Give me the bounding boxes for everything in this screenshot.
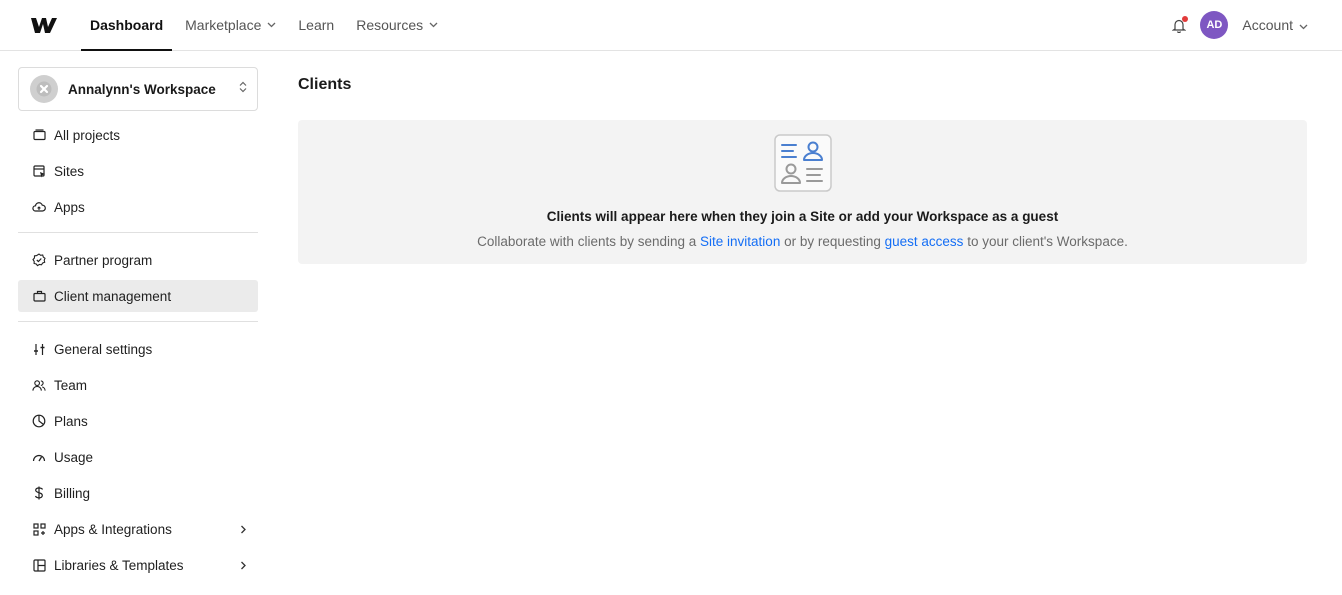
page-title: Clients	[298, 76, 352, 93]
sidebar-item-label: General settings	[54, 341, 153, 357]
workspace-switcher[interactable]: Annalynn's Workspace	[18, 67, 258, 111]
account-menu[interactable]: Account	[1242, 17, 1308, 33]
nav-dashboard[interactable]: Dashboard	[81, 0, 173, 51]
empty-state-text-1: Collaborate with clients by sending a	[477, 234, 701, 249]
nav-learn[interactable]: Learn	[289, 0, 343, 50]
sidebar-item-billing[interactable]: Billing	[18, 477, 258, 509]
sites-icon	[32, 164, 46, 178]
integrations-icon	[32, 522, 46, 536]
chevron-right-icon	[240, 558, 246, 573]
workspace-avatar-icon	[30, 75, 58, 103]
team-icon	[32, 378, 46, 392]
library-icon	[32, 558, 46, 572]
sidebar-item-label: Billing	[54, 485, 91, 501]
sidebar-item-sites[interactable]: Sites	[18, 155, 258, 187]
sidebar-item-team[interactable]: Team	[18, 369, 258, 401]
user-avatar[interactable]: AD	[1200, 11, 1229, 39]
sidebar-item-partner-program[interactable]: Partner program	[18, 244, 258, 276]
guest-access-link[interactable]: guest access	[885, 234, 964, 249]
sidebar-item-label: Client management	[54, 288, 172, 304]
nav-marketplace-label: Marketplace	[185, 17, 262, 33]
sidebar-item-label: Partner program	[54, 252, 153, 268]
sidebar-item-label: Plans	[54, 413, 88, 429]
cloud-icon	[32, 200, 46, 214]
notifications-bell-icon[interactable]	[1168, 14, 1190, 36]
sidebar-group-settings: General settings Team Plans Usage Billin…	[18, 333, 258, 581]
sidebar-item-label: Apps & Integrations	[54, 521, 172, 537]
sidebar-item-apps[interactable]: Apps	[18, 191, 258, 223]
sidebar-item-label: All projects	[54, 127, 121, 143]
dollar-icon	[32, 486, 46, 500]
sliders-icon	[32, 342, 46, 356]
nav-marketplace[interactable]: Marketplace	[176, 0, 285, 50]
client-list-illustration-icon	[773, 134, 832, 197]
chevron-right-icon	[240, 522, 246, 537]
webflow-logo-icon[interactable]	[0, 0, 81, 50]
sidebar-item-libraries-templates[interactable]: Libraries & Templates	[18, 549, 258, 581]
briefcase-icon	[32, 289, 46, 303]
empty-state-description: Collaborate with clients by sending a Si…	[477, 234, 1128, 249]
sidebar-item-usage[interactable]: Usage	[18, 441, 258, 473]
empty-state-text-3: to your client's Workspace.	[963, 234, 1128, 249]
nav-resources[interactable]: Resources	[347, 0, 447, 50]
folder-icon	[32, 128, 46, 142]
account-label: Account	[1242, 17, 1293, 33]
sidebar-divider	[18, 321, 258, 322]
sidebar-item-plans[interactable]: Plans	[18, 405, 258, 437]
site-invitation-link[interactable]: Site invitation	[700, 234, 780, 249]
sidebar-item-label: Apps	[54, 199, 85, 215]
empty-state-heading: Clients will appear here when they join …	[546, 209, 1059, 224]
plans-icon	[32, 414, 46, 428]
clients-empty-state: Clients will appear here when they join …	[298, 120, 1307, 264]
sidebar: Annalynn's Workspace All projects Sites …	[18, 67, 258, 585]
nav-resources-label: Resources	[356, 17, 424, 33]
chevron-updown-icon	[239, 80, 247, 98]
sidebar-group-clients: Partner program Client management	[18, 244, 258, 312]
chevron-down-icon	[429, 22, 438, 28]
sidebar-divider	[18, 232, 258, 233]
nav-dashboard-label: Dashboard	[90, 17, 164, 33]
workspace-name: Annalynn's Workspace	[68, 81, 216, 97]
chevron-down-icon	[1299, 17, 1308, 33]
sidebar-item-apps-integrations[interactable]: Apps & Integrations	[18, 513, 258, 545]
top-navigation-bar: Dashboard Marketplace Learn Resources AD	[0, 0, 1342, 51]
sidebar-item-label: Libraries & Templates	[54, 557, 184, 573]
gauge-icon	[32, 450, 46, 464]
nav-learn-label: Learn	[298, 17, 335, 33]
top-right-controls: AD Account	[1168, 0, 1342, 50]
badge-icon	[32, 253, 46, 267]
sidebar-item-label: Sites	[54, 163, 85, 179]
sidebar-item-general-settings[interactable]: General settings	[18, 333, 258, 365]
sidebar-item-label: Usage	[54, 449, 94, 465]
sidebar-group-projects: All projects Sites Apps	[18, 111, 258, 223]
chevron-down-icon	[267, 22, 276, 28]
sidebar-item-client-management[interactable]: Client management	[18, 280, 258, 312]
notification-dot	[1182, 16, 1189, 22]
sidebar-item-label: Team	[54, 377, 88, 393]
sidebar-item-all-projects[interactable]: All projects	[18, 119, 258, 151]
empty-state-text-2: or by requesting	[780, 234, 885, 249]
main-nav: Dashboard Marketplace Learn Resources	[81, 0, 451, 51]
